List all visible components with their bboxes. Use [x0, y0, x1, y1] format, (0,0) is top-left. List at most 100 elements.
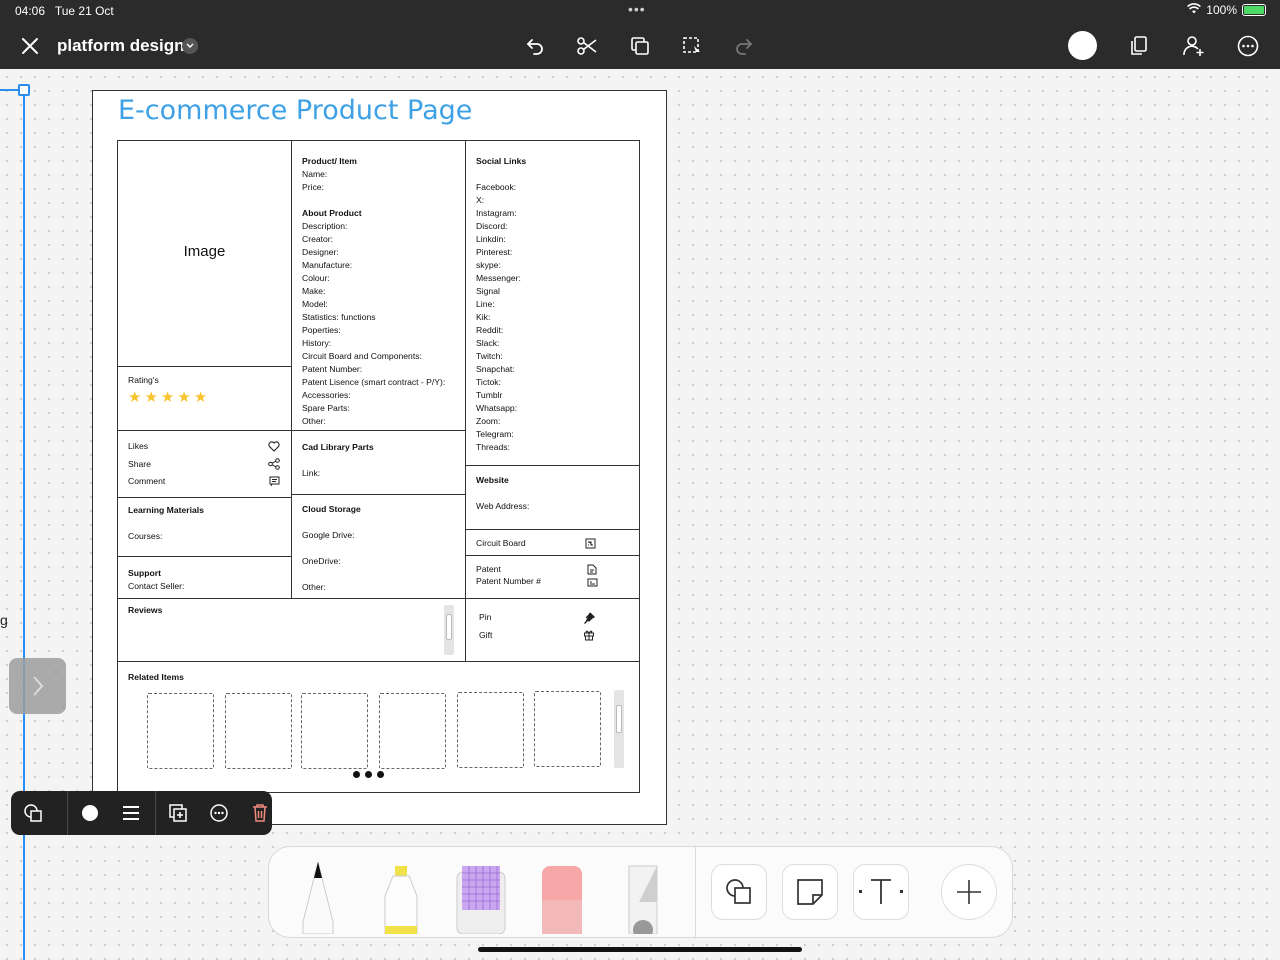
social-link[interactable]: Reddit: — [476, 324, 629, 337]
shapes-button[interactable] — [711, 864, 767, 920]
more-items-dots[interactable] — [353, 771, 384, 778]
product-field[interactable]: Spare Parts: — [302, 402, 455, 415]
pages-icon[interactable] — [1126, 33, 1152, 59]
chevron-down-icon[interactable] — [182, 38, 198, 54]
avatar[interactable]: ✿ — [1068, 31, 1097, 60]
comment-row[interactable]: Comment — [128, 473, 281, 491]
close-icon[interactable] — [17, 33, 43, 59]
patent-box[interactable]: Patent Patent Number # — [465, 555, 640, 599]
product-field[interactable]: Model: — [302, 298, 455, 311]
text-tool-button[interactable] — [853, 864, 909, 920]
gift-icon[interactable] — [582, 628, 596, 642]
trash-icon[interactable] — [248, 801, 272, 825]
id-card-icon[interactable] — [585, 575, 599, 589]
related-scrollbar[interactable] — [614, 690, 624, 768]
social-link[interactable]: Threads: — [476, 441, 629, 454]
social-link[interactable]: skype: — [476, 259, 629, 272]
social-link[interactable]: Tumblr — [476, 389, 629, 402]
gift-row[interactable]: Gift — [479, 627, 626, 645]
multitask-dots-icon[interactable]: ••• — [628, 1, 646, 17]
social-link[interactable]: Telegram: — [476, 428, 629, 441]
add-button[interactable] — [941, 864, 997, 920]
more-options-icon[interactable] — [1235, 33, 1261, 59]
pin-row[interactable]: Pin — [479, 609, 626, 627]
price-field[interactable]: Price: — [302, 181, 455, 194]
pen-tool-icon[interactable] — [293, 860, 343, 937]
product-field[interactable]: Patent Number: — [302, 363, 455, 376]
highlighter-tool-icon[interactable] — [373, 864, 429, 937]
circuit-board-box[interactable]: Circuit Board — [465, 529, 640, 556]
social-link[interactable]: Discord: — [476, 220, 629, 233]
pin-icon[interactable] — [582, 611, 596, 625]
product-field[interactable]: Description: — [302, 220, 455, 233]
star-icon[interactable]: ★ — [144, 390, 157, 405]
shape-style-icon[interactable] — [21, 801, 45, 825]
color-fill-icon[interactable] — [78, 801, 102, 825]
side-panel-toggle[interactable] — [9, 658, 66, 714]
related-item-tile[interactable] — [147, 693, 214, 769]
likes-row[interactable]: Likes — [128, 438, 281, 456]
product-field[interactable]: Creator: — [302, 233, 455, 246]
product-field[interactable]: Manufacture: — [302, 259, 455, 272]
product-field[interactable]: Other: — [302, 415, 455, 428]
social-link[interactable]: Signal — [476, 285, 629, 298]
social-link[interactable]: Slack: — [476, 337, 629, 350]
image-placeholder[interactable]: Image — [117, 140, 292, 367]
rating-stars[interactable]: ★ ★ ★ ★ ★ — [128, 390, 281, 405]
related-item-tile[interactable] — [379, 693, 446, 769]
related-item-tile[interactable] — [534, 691, 601, 767]
social-link[interactable]: Pinterest: — [476, 246, 629, 259]
social-link[interactable]: Line: — [476, 298, 629, 311]
social-link[interactable]: Facebook: — [476, 181, 629, 194]
social-link[interactable]: Linkdin: — [476, 233, 629, 246]
circuit-board-icon[interactable] — [583, 537, 597, 551]
add-user-icon[interactable] — [1181, 33, 1207, 59]
product-field[interactable]: Poperties: — [302, 324, 455, 337]
related-item-tile[interactable] — [457, 692, 524, 768]
social-link[interactable]: Instagram: — [476, 207, 629, 220]
star-icon[interactable]: ★ — [177, 390, 190, 405]
duplicate-icon[interactable] — [627, 33, 653, 59]
product-field[interactable]: Statistics: functions — [302, 311, 455, 324]
sticky-note-button[interactable] — [782, 864, 838, 920]
copy-icon[interactable] — [166, 801, 190, 825]
link-field[interactable]: Link: — [302, 467, 455, 480]
social-link[interactable]: Whatsapp: — [476, 402, 629, 415]
courses-field[interactable]: Courses: — [128, 530, 281, 543]
undo-icon[interactable] — [522, 33, 548, 59]
document-title[interactable]: platform design — [57, 36, 185, 56]
social-link[interactable]: Kik: — [476, 311, 629, 324]
social-link[interactable]: Zoom: — [476, 415, 629, 428]
star-icon[interactable]: ★ — [161, 390, 174, 405]
onedrive-field[interactable]: OneDrive: — [302, 555, 455, 568]
ruler-tool-icon[interactable] — [623, 862, 663, 937]
scissors-icon[interactable] — [574, 33, 600, 59]
web-address-field[interactable]: Web Address: — [476, 500, 629, 513]
comment-icon[interactable] — [267, 475, 281, 489]
share-row[interactable]: Share — [128, 456, 281, 474]
selection-handle[interactable] — [18, 84, 30, 96]
reviews-scrollbar[interactable] — [444, 605, 454, 655]
redo-icon[interactable] — [731, 33, 757, 59]
product-field[interactable]: History: — [302, 337, 455, 350]
more-icon[interactable] — [207, 801, 231, 825]
google-drive-field[interactable]: Google Drive: — [302, 529, 455, 542]
share-icon[interactable] — [267, 457, 281, 471]
star-icon[interactable]: ★ — [194, 390, 207, 405]
social-link[interactable]: Snapchat: — [476, 363, 629, 376]
related-item-tile[interactable] — [225, 693, 292, 769]
product-field[interactable]: Patent Lisence (smart contract - P/Y): — [302, 376, 455, 389]
name-field[interactable]: Name: — [302, 168, 455, 181]
star-icon[interactable]: ★ — [128, 390, 141, 405]
social-link[interactable]: Messenger: — [476, 272, 629, 285]
line-style-icon[interactable] — [119, 801, 143, 825]
product-field[interactable]: Circuit Board and Components: — [302, 350, 455, 363]
contact-seller-field[interactable]: Contact Seller: — [128, 580, 281, 593]
eraser-tool-icon[interactable] — [539, 866, 585, 937]
related-item-tile[interactable] — [301, 693, 368, 769]
product-field[interactable]: Colour: — [302, 272, 455, 285]
social-link[interactable]: Tictok: — [476, 376, 629, 389]
grid-pattern-tool-icon[interactable] — [453, 866, 509, 937]
heart-icon[interactable] — [267, 440, 281, 454]
product-field[interactable]: Make: — [302, 285, 455, 298]
